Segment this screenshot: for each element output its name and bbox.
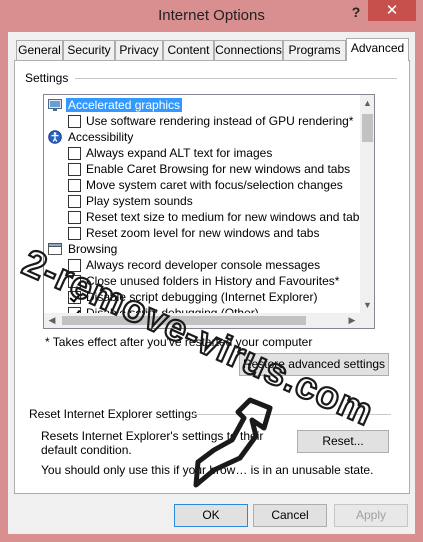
reset-warning: You should only use this if your brow… i… <box>41 463 374 477</box>
reset-group-label: Reset Internet Explorer settings <box>29 407 198 421</box>
advanced-tab-panel: Settings Accelerated graphics Use softwa… <box>14 60 410 494</box>
setting-record-console-messages[interactable]: Always record developer console messages <box>44 257 360 273</box>
setting-label: Always record developer console messages <box>86 258 321 272</box>
reset-button[interactable]: Reset... <box>297 430 389 453</box>
setting-label: Always expand ALT text for images <box>86 146 273 160</box>
reset-divider <box>193 414 391 415</box>
checkbox[interactable] <box>68 115 81 128</box>
horizontal-scrollbar[interactable]: ◀ ▶ <box>44 313 360 328</box>
scroll-down-icon[interactable]: ▼ <box>360 297 374 313</box>
tab-security[interactable]: Security <box>63 40 115 60</box>
setting-label: Move system caret with focus/selection c… <box>86 178 343 192</box>
category-browsing[interactable]: Browsing <box>44 241 360 257</box>
setting-label: Enable Caret Browsing for new windows an… <box>86 162 351 176</box>
scroll-left-icon[interactable]: ◀ <box>44 313 60 328</box>
vertical-scrollbar[interactable]: ▲ ▼ <box>360 95 374 328</box>
settings-list[interactable]: Accelerated graphics Use software render… <box>43 94 375 329</box>
checkbox[interactable] <box>68 195 81 208</box>
ok-button[interactable]: OK <box>174 504 248 527</box>
checkbox[interactable] <box>68 227 81 240</box>
category-label: Accelerated graphics <box>66 98 183 112</box>
accessibility-icon <box>48 130 62 144</box>
scroll-right-icon[interactable]: ▶ <box>344 313 360 328</box>
cancel-button[interactable]: Cancel <box>253 504 327 527</box>
horizontal-scroll-thumb[interactable] <box>62 316 306 325</box>
apply-button[interactable]: Apply <box>334 504 408 527</box>
close-button[interactable]: ✕ <box>368 0 416 21</box>
setting-label: Play system sounds <box>86 194 193 208</box>
dialog-client-area: General Security Privacy Content Connect… <box>8 32 415 534</box>
setting-play-system-sounds[interactable]: Play system sounds <box>44 193 360 209</box>
title-bar[interactable]: Internet Options ? ✕ <box>0 0 423 32</box>
checkbox[interactable] <box>68 147 81 160</box>
checkbox[interactable] <box>68 259 81 272</box>
setting-label: Use software rendering instead of GPU re… <box>86 114 354 128</box>
restart-note: * Takes effect after you've restarted yo… <box>45 335 313 349</box>
settings-divider <box>75 78 397 79</box>
tab-programs[interactable]: Programs <box>283 40 346 60</box>
checkbox-checked[interactable] <box>68 291 81 304</box>
setting-label: Reset text size to medium for new window… <box>86 210 360 224</box>
scroll-up-icon[interactable]: ▲ <box>360 95 374 111</box>
tab-privacy[interactable]: Privacy <box>115 40 163 60</box>
help-button[interactable]: ? <box>346 2 366 22</box>
setting-expand-alt-text[interactable]: Always expand ALT text for images <box>44 145 360 161</box>
reset-description: Resets Internet Explorer's settings to t… <box>41 429 264 457</box>
checkbox[interactable] <box>68 275 81 288</box>
setting-reset-text-size[interactable]: Reset text size to medium for new window… <box>44 209 360 225</box>
internet-options-window: Internet Options ? ✕ General Security Pr… <box>0 0 423 542</box>
setting-disable-script-debugging-ie[interactable]: Disable script debugging (Internet Explo… <box>44 289 360 305</box>
tab-advanced[interactable]: Advanced <box>346 38 409 61</box>
checkbox[interactable] <box>68 211 81 224</box>
scrollbar-corner <box>360 313 374 328</box>
browsing-icon <box>48 243 62 255</box>
vertical-scroll-thumb[interactable] <box>362 114 373 142</box>
category-accelerated-graphics[interactable]: Accelerated graphics <box>44 97 360 113</box>
category-accessibility[interactable]: Accessibility <box>44 129 360 145</box>
setting-label: Reset zoom level for new windows and tab… <box>86 226 320 240</box>
setting-label: Disable script debugging (Internet Explo… <box>86 290 318 304</box>
settings-group-label: Settings <box>25 71 69 85</box>
tab-connections[interactable]: Connections <box>214 40 283 60</box>
setting-software-rendering[interactable]: Use software rendering instead of GPU re… <box>44 113 360 129</box>
monitor-icon <box>48 99 62 111</box>
checkbox[interactable] <box>68 163 81 176</box>
tab-content[interactable]: Content <box>163 40 214 60</box>
setting-label: Close unused folders in History and Favo… <box>86 274 340 288</box>
setting-close-unused-folders[interactable]: Close unused folders in History and Favo… <box>44 273 360 289</box>
checkbox[interactable] <box>68 179 81 192</box>
restore-advanced-settings-button[interactable]: Restore advanced settings <box>239 353 389 376</box>
category-label: Accessibility <box>68 130 134 144</box>
setting-move-system-caret[interactable]: Move system caret with focus/selection c… <box>44 177 360 193</box>
category-label: Browsing <box>68 242 118 256</box>
settings-list-content: Accelerated graphics Use software render… <box>44 95 360 328</box>
setting-caret-browsing[interactable]: Enable Caret Browsing for new windows an… <box>44 161 360 177</box>
setting-reset-zoom-level[interactable]: Reset zoom level for new windows and tab… <box>44 225 360 241</box>
tab-general[interactable]: General <box>16 40 63 60</box>
